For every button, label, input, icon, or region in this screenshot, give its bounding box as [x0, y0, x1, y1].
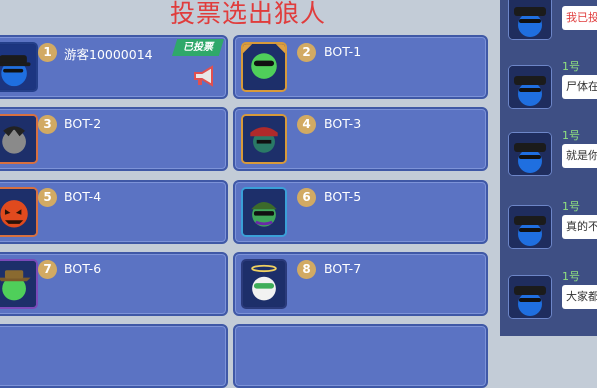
player-name: BOT-7 — [324, 261, 362, 276]
seat-number-badge: 8 — [297, 260, 316, 279]
player-card-3[interactable]: 3 BOT-2 — [0, 107, 228, 171]
avatar-pumpkin-icon — [0, 189, 36, 235]
player-name: BOT-3 — [324, 116, 362, 131]
avatar-hat-blue-icon — [509, 206, 551, 248]
player-name: BOT-4 — [64, 189, 102, 204]
player-card-1[interactable]: 1 游客10000014 已投票 — [0, 35, 228, 99]
player-name: BOT-1 — [324, 44, 362, 59]
chat-panel[interactable]: 我已投 1号 尸体在 1号 就是你 1号 真的不 1号 大家都 — [500, 0, 597, 336]
player-card-partial[interactable] — [233, 324, 488, 388]
avatar-pirate-icon — [243, 116, 285, 162]
avatar — [508, 275, 552, 319]
avatar — [508, 0, 552, 40]
player-card-7[interactable]: 7 BOT-6 — [0, 252, 228, 316]
avatar — [508, 132, 552, 176]
chat-message: 1号 尸体在 — [500, 55, 597, 115]
avatar — [241, 259, 287, 309]
avatar — [241, 187, 287, 237]
chat-bubble: 就是你 — [562, 144, 597, 168]
chat-seat-label: 1号 — [562, 129, 580, 142]
avatar — [241, 42, 287, 92]
avatar-green-alien-icon — [243, 44, 285, 90]
player-card-5[interactable]: 5 BOT-4 — [0, 180, 228, 244]
avatar-cowboy-icon — [0, 261, 36, 307]
player-name: 游客10000014 — [64, 47, 153, 62]
seat-number-badge: 6 — [297, 188, 316, 207]
chat-bubble: 真的不 — [562, 215, 597, 239]
avatar-hat-blue-icon — [509, 276, 551, 318]
megaphone-icon[interactable] — [192, 65, 218, 87]
seat-number-badge: 3 — [38, 115, 57, 134]
chat-bubble: 大家都 — [562, 285, 597, 309]
seat-number-badge: 5 — [38, 188, 57, 207]
seat-number-badge: 7 — [38, 260, 57, 279]
chat-message: 1号 就是你 — [500, 124, 597, 184]
avatar-hat-blue-icon — [509, 66, 551, 108]
chat-message: 1号 大家都 — [500, 265, 597, 325]
chat-seat-label: 1号 — [562, 200, 580, 213]
avatar — [508, 205, 552, 249]
player-name: BOT-6 — [64, 261, 102, 276]
player-card-8[interactable]: 8 BOT-7 — [233, 252, 488, 316]
chat-bubble: 尸体在 — [562, 75, 597, 99]
player-name: BOT-5 — [324, 189, 362, 204]
avatar-hat-blue-icon — [509, 133, 551, 175]
chat-message: 我已投 — [500, 0, 597, 60]
avatar — [0, 259, 38, 309]
chat-seat-label: 1号 — [562, 60, 580, 73]
avatar — [241, 114, 287, 164]
player-card-partial[interactable] — [0, 324, 228, 388]
player-card-6[interactable]: 6 BOT-5 — [233, 180, 488, 244]
seat-number-badge: 2 — [297, 43, 316, 62]
voted-tag: 已投票 — [172, 39, 224, 56]
avatar-hat-blue-icon — [0, 44, 36, 90]
chat-seat-label: 1号 — [562, 270, 580, 283]
avatar-green-helmet-icon — [243, 189, 285, 235]
avatar — [0, 187, 38, 237]
chat-bubble: 我已投 — [562, 6, 597, 30]
avatar-angel-icon — [243, 261, 285, 307]
avatar — [508, 65, 552, 109]
avatar — [0, 42, 38, 92]
player-grid: 1 游客10000014 已投票 2 BOT-1 3 BOT-2 4 BOT-3… — [0, 0, 500, 388]
seat-number-badge: 4 — [297, 115, 316, 134]
chat-message: 1号 真的不 — [500, 195, 597, 255]
player-card-4[interactable]: 4 BOT-3 — [233, 107, 488, 171]
avatar-dark-hair-icon — [0, 116, 36, 162]
avatar — [0, 114, 38, 164]
player-card-2[interactable]: 2 BOT-1 — [233, 35, 488, 99]
player-name: BOT-2 — [64, 116, 102, 131]
avatar-hat-blue-icon — [509, 0, 551, 39]
seat-number-badge: 1 — [38, 43, 57, 62]
